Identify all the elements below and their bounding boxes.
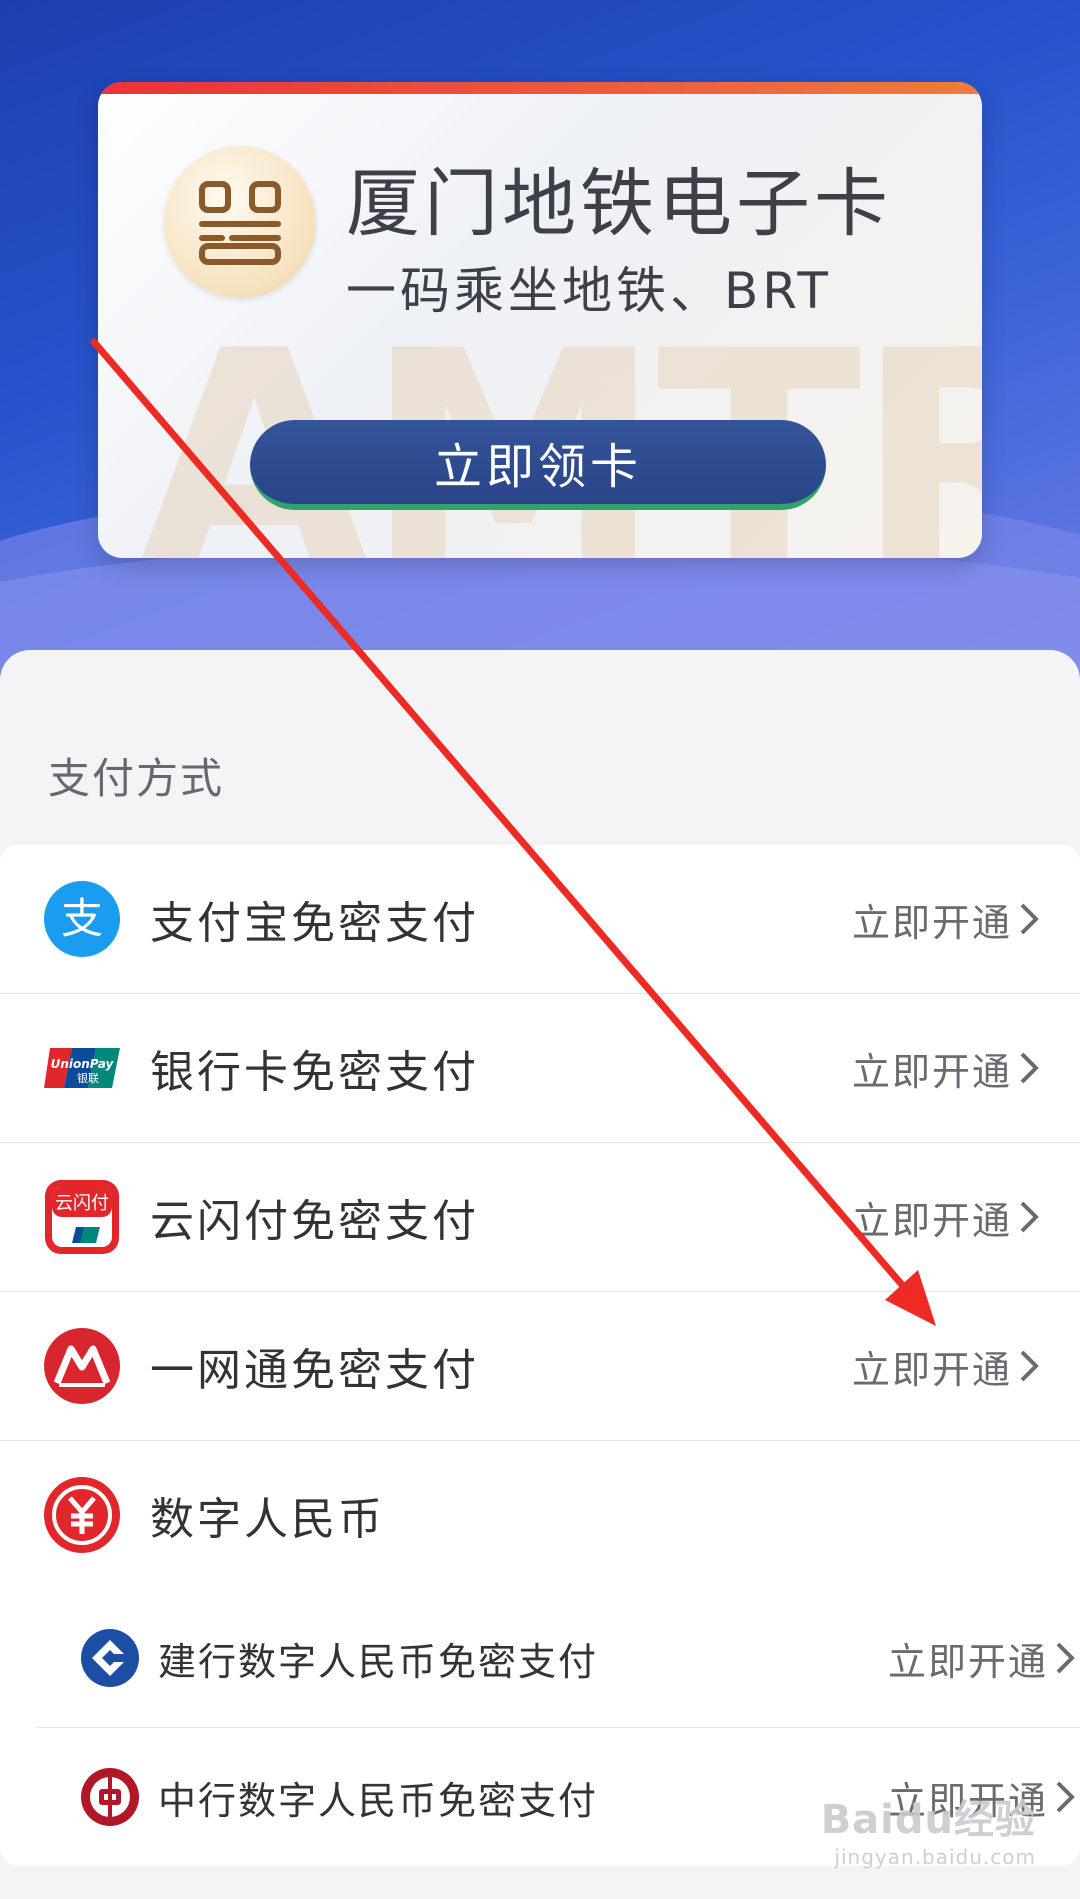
- card-top-stripe: [98, 82, 982, 94]
- payment-method-bankcard[interactable]: UnionPay 银联 银行卡免密支付 立即开通: [0, 994, 1080, 1143]
- claim-card-button[interactable]: 立即领卡: [250, 420, 826, 510]
- alipay-icon: 支: [42, 879, 122, 959]
- payment-method-label: 银行卡免密支付: [150, 1047, 479, 1098]
- activate-link[interactable]: 立即开通: [852, 1041, 1012, 1096]
- chevron-right-icon: [1012, 1348, 1048, 1384]
- activate-link[interactable]: 立即开通: [852, 1339, 1012, 1394]
- payment-method-alipay[interactable]: 支 支付宝免密支付 立即开通: [0, 845, 1080, 994]
- svg-text:支: 支: [61, 894, 103, 943]
- boc-icon: [78, 1765, 142, 1829]
- chevron-right-icon: [1012, 1050, 1048, 1086]
- cmb-icon: [42, 1326, 122, 1406]
- activate-link[interactable]: 立即开通: [852, 892, 1012, 947]
- svg-text:银联: 银联: [77, 1071, 99, 1085]
- ecny-label: 数字人民币: [150, 1494, 385, 1545]
- ecny-bank-label: 建行数字人民币免密支付: [158, 1639, 599, 1684]
- payment-method-label: 支付宝免密支付: [150, 898, 479, 949]
- chevron-right-icon: [1012, 1199, 1048, 1235]
- ecny-bank-label: 中行数字人民币免密支付: [158, 1778, 599, 1823]
- payment-method-label: 一网通免密支付: [150, 1345, 479, 1396]
- quickpass-icon: 云闪付: [42, 1177, 122, 1257]
- activate-link[interactable]: 立即开通: [888, 1631, 1048, 1686]
- payment-method-label: 云闪付免密支付: [150, 1196, 479, 1247]
- ecny-ccb-row[interactable]: 建行数字人民币免密支付 立即开通: [36, 1589, 1080, 1728]
- svg-text:云闪付: 云闪付: [55, 1193, 109, 1214]
- activate-link[interactable]: 立即开通: [852, 1190, 1012, 1245]
- card-subtitle: 一码乘坐地铁、BRT: [346, 262, 832, 320]
- metro-qr-logo-icon: [164, 146, 316, 298]
- payment-sheet: 支付方式 支 支付宝免密支付 立即开通 UnionPay 银联 银行卡免密支付 …: [0, 650, 1080, 1899]
- section-title: 支付方式: [48, 754, 225, 803]
- metro-card-banner: AMTR 厦门地铁电子卡 一码乘坐地铁、BRT 立即领卡: [98, 82, 982, 558]
- watermark-url: jingyan.baidu.com: [834, 1845, 1036, 1869]
- chevron-right-icon: [1048, 1640, 1080, 1676]
- card-title: 厦门地铁电子卡: [346, 161, 892, 247]
- ecny-icon: [42, 1475, 122, 1555]
- chevron-right-icon: [1048, 1779, 1080, 1815]
- baidu-watermark: Baidu经验 jingyan.baidu.com: [821, 1787, 1036, 1869]
- svg-text:UnionPay: UnionPay: [51, 1057, 115, 1071]
- payment-method-cmb[interactable]: 一网通免密支付 立即开通: [0, 1292, 1080, 1441]
- payment-method-list: 支 支付宝免密支付 立即开通 UnionPay 银联 银行卡免密支付 立即开通: [0, 845, 1080, 1866]
- payment-method-quickpass[interactable]: 云闪付 云闪付免密支付 立即开通: [0, 1143, 1080, 1292]
- payment-method-ecny: 数字人民币: [0, 1441, 1080, 1589]
- watermark-brand: Baidu经验: [820, 1797, 1036, 1843]
- ccb-icon: [78, 1626, 142, 1690]
- chevron-right-icon: [1012, 901, 1048, 937]
- unionpay-icon: UnionPay 银联: [42, 1028, 122, 1108]
